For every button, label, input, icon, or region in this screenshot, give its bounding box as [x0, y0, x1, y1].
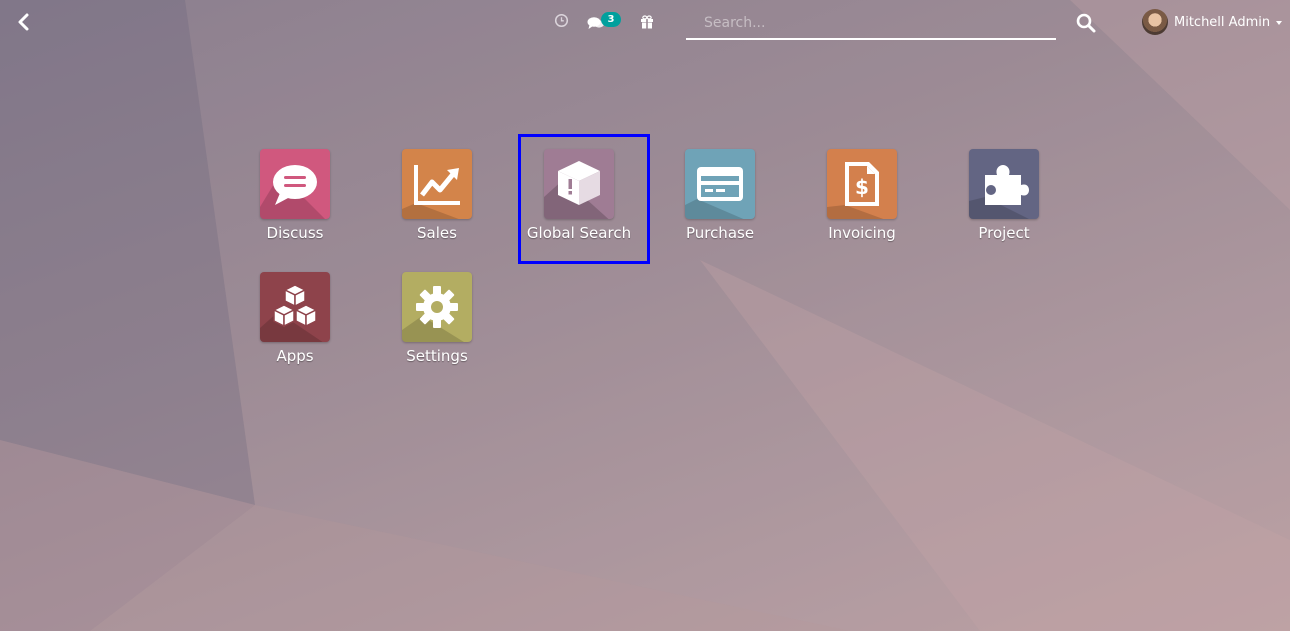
chevron-left-icon [18, 13, 29, 31]
app-label: Purchase [685, 224, 755, 242]
app-label: Settings [406, 347, 468, 365]
app-label: Project [978, 224, 1030, 242]
app-global-search[interactable]: Global Search [508, 134, 650, 244]
cubes-icon [260, 272, 330, 342]
top-navbar: 3 Mitchell Admin [0, 0, 1290, 46]
app-sales[interactable]: Sales [366, 134, 508, 244]
app-project[interactable]: Project [933, 134, 1075, 244]
svg-text:$: $ [855, 175, 869, 199]
app-label: Apps [276, 347, 314, 365]
caret-down-icon [1276, 21, 1282, 25]
app-invoicing[interactable]: $ Invoicing [791, 134, 933, 244]
app-label: Invoicing [828, 224, 896, 242]
activity-button[interactable] [554, 13, 569, 32]
messages-badge: 3 [601, 12, 621, 27]
updates-button[interactable] [640, 14, 654, 33]
clock-icon [554, 13, 569, 28]
back-button[interactable] [14, 10, 34, 34]
trending-chart-icon [402, 149, 472, 219]
avatar [1142, 9, 1168, 35]
app-label: Discuss [266, 224, 324, 242]
search-icon [1076, 13, 1096, 33]
app-settings[interactable]: Settings [366, 257, 508, 367]
user-name: Mitchell Admin [1174, 15, 1271, 30]
invoice-dollar-icon: $ [827, 149, 897, 219]
gear-icon [402, 272, 472, 342]
app-label: Global Search [526, 224, 632, 242]
box-alert-icon [544, 149, 614, 219]
app-apps[interactable]: Apps [224, 257, 366, 367]
search-button[interactable] [1075, 12, 1097, 34]
app-discuss[interactable]: Discuss [224, 134, 366, 244]
app-label: Sales [417, 224, 457, 242]
search-input[interactable] [686, 8, 1056, 40]
puzzle-icon [969, 149, 1039, 219]
background-shapes [0, 0, 1290, 631]
gift-icon [641, 15, 653, 29]
app-purchase[interactable]: Purchase [649, 134, 791, 244]
chat-bubble-icon [260, 149, 330, 219]
credit-card-icon [685, 149, 755, 219]
